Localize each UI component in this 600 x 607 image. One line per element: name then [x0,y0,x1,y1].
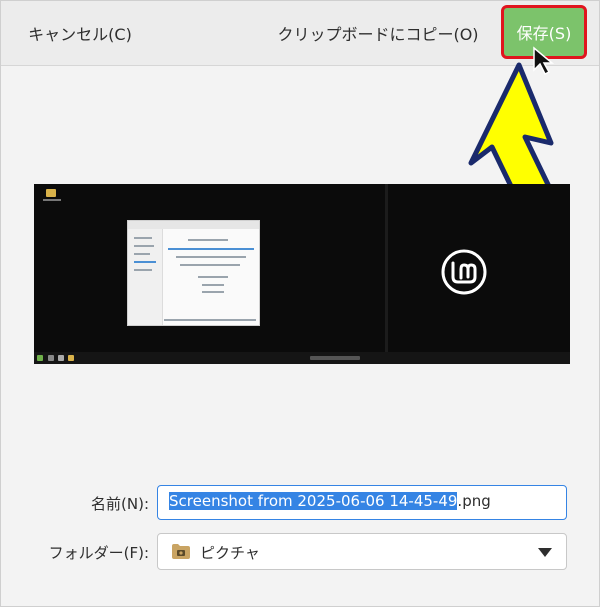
desktop-folder-label [43,199,61,201]
filename-input[interactable]: Screenshot from 2025-06-06 14-45-49.png [157,485,567,520]
preview-monitor-divider [385,184,388,364]
taskbar-icon [58,355,64,361]
preview-line [134,269,152,271]
pictures-folder-icon [172,544,190,559]
chevron-down-icon [538,548,552,557]
folder-dropdown[interactable]: ピクチャ [157,533,567,570]
filename-extension: .png [457,492,491,510]
save-screenshot-dialog: キャンセル(C) クリップボードにコピー(O) 保存(S) 名前(N): Scr… [0,0,600,607]
preview-line [168,248,254,250]
preview-window-titlebar [128,221,259,229]
menu-icon [37,355,43,361]
preview-line [188,239,228,241]
folder-value: ピクチャ [200,544,260,562]
linux-mint-logo-icon [441,249,487,295]
filename-selected-text: Screenshot from 2025-06-06 14-45-49 [169,492,458,510]
taskbar-icon [48,355,54,361]
cancel-button[interactable]: キャンセル(C) [15,1,145,65]
preview-line [164,319,256,321]
preview-line [202,284,224,286]
desktop-folder-icon [46,189,56,197]
preview-line [134,261,156,263]
taskbar-icon [68,355,74,361]
preview-taskbar [34,352,570,364]
folder-label: フォルダー(F): [48,544,149,562]
preview-line [134,237,152,239]
name-label: 名前(N): [91,495,149,513]
preview-line [134,245,154,247]
preview-line [176,256,246,258]
preview-window-thumbnail [127,220,260,326]
preview-window-sidebar [128,229,163,325]
preview-line [202,291,224,293]
tray-icons [310,356,360,360]
mouse-cursor-icon [533,46,555,76]
preview-line [134,253,150,255]
preview-line [180,264,240,266]
preview-line [198,276,228,278]
screenshot-preview [34,184,570,364]
